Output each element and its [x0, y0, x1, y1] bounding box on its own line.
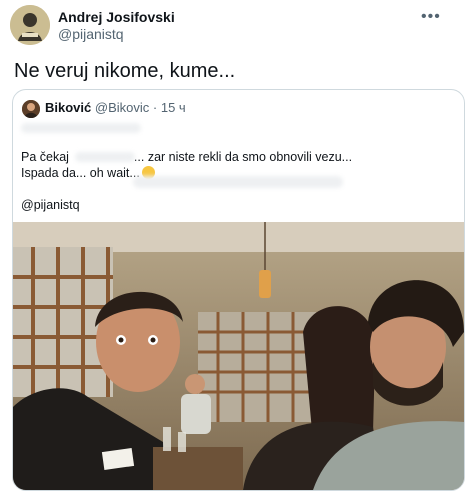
separator-dot: · [152, 100, 158, 115]
author-avatar[interactable] [10, 5, 50, 45]
more-options-icon[interactable]: ••• [421, 8, 441, 26]
quote-line-1-start: Pa čekaj [21, 150, 69, 164]
quote-mention[interactable]: @pijanistq [21, 198, 80, 212]
redacted-line [21, 123, 141, 133]
quote-line-1-rest: ... zar niste rekli da smo obnovili vezu… [133, 150, 353, 164]
quoted-photo[interactable] [13, 222, 464, 490]
quote-line-2-text: Ispada da... oh wait... [21, 166, 140, 180]
author-handle[interactable]: @pijanistq [58, 26, 124, 42]
quote-author-name[interactable]: Biković [45, 100, 91, 115]
tweet-text: Ne veruj nikome, kume... [14, 60, 236, 82]
redacted-name [75, 152, 135, 162]
quote-author-handle[interactable]: @Bikovic [95, 100, 149, 115]
author-name[interactable]: Andrej Josifovski [58, 9, 175, 25]
quote-header: Biković @Bikovic · 15 ч [45, 100, 186, 116]
quote-author-avatar[interactable] [22, 100, 40, 118]
quoted-tweet[interactable]: Biković @Bikovic · 15 ч Pa čekaj ... zar… [12, 89, 465, 491]
quote-line-1: Pa čekaj ... zar niste rekli da smo obno… [21, 150, 352, 164]
quote-timestamp[interactable]: 15 ч [161, 100, 186, 115]
redacted-line [133, 176, 343, 188]
